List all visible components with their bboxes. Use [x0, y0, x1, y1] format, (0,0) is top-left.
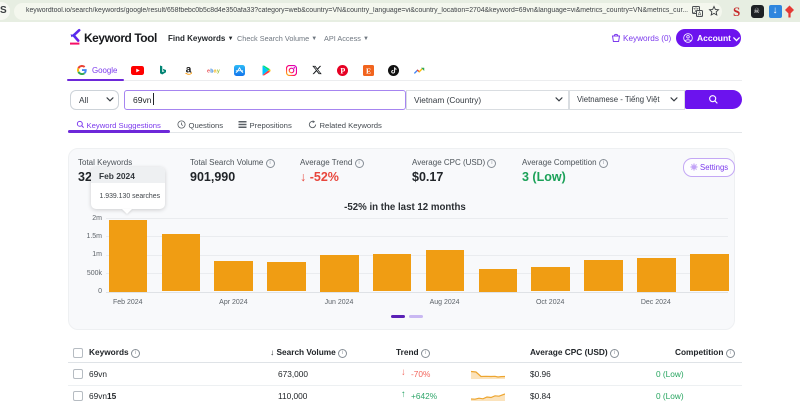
- svg-text:P: P: [340, 66, 345, 75]
- svg-text:E: E: [365, 66, 370, 75]
- svg-text:A: A: [698, 12, 702, 17]
- svg-text:a: a: [214, 68, 217, 74]
- svg-text:y: y: [217, 68, 220, 74]
- svg-text:e: e: [207, 68, 210, 74]
